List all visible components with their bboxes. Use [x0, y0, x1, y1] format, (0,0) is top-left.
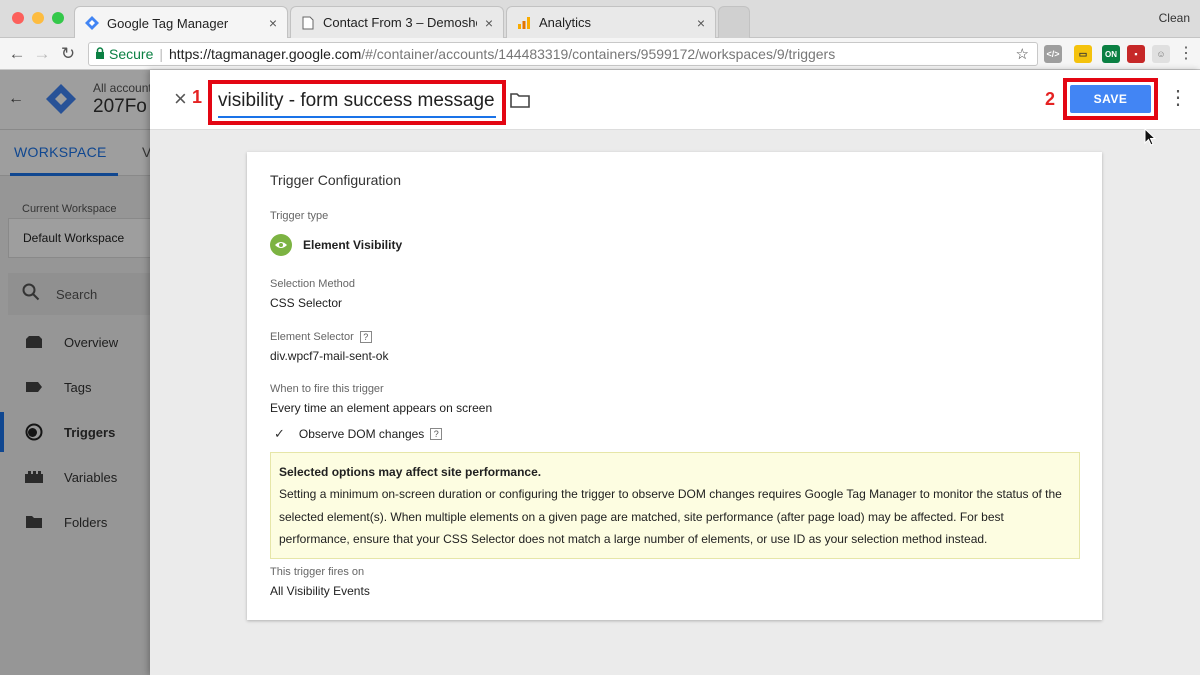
more-options-icon[interactable]: ⋮: [1168, 88, 1188, 108]
folder-icon[interactable]: [510, 92, 530, 113]
trigger-type-value[interactable]: Element Visibility: [270, 234, 402, 256]
close-panel-icon[interactable]: ×: [174, 87, 187, 111]
save-button[interactable]: SAVE: [1070, 85, 1151, 113]
new-tab-button[interactable]: [718, 6, 750, 38]
browser-tab-bar: Google Tag Manager × Contact From 3 – De…: [0, 0, 1200, 39]
page-favicon-icon: [301, 16, 315, 30]
element-selector-value: div.wpcf7-mail-sent-ok: [270, 349, 389, 363]
modal-backdrop[interactable]: [0, 70, 150, 675]
back-arrow-icon[interactable]: ←: [7, 44, 27, 64]
url-host: https://tagmanager.google.com: [169, 46, 362, 62]
close-window-button[interactable]: [12, 12, 24, 24]
performance-warning: Selected options may affect site perform…: [270, 452, 1080, 559]
annotation-highlight-save: SAVE: [1063, 78, 1158, 120]
mouse-cursor-icon: [1144, 127, 1157, 151]
fires-on-value: All Visibility Events: [270, 584, 370, 598]
tab-close-icon[interactable]: ×: [697, 15, 705, 31]
tab-close-icon[interactable]: ×: [269, 15, 277, 31]
url-bar[interactable]: Secure | https://tagmanager.google.com /…: [88, 42, 1038, 66]
extension-flag-icon[interactable]: ▪: [1127, 45, 1145, 63]
browser-tab-analytics[interactable]: Analytics ×: [506, 6, 716, 38]
forward-arrow-icon[interactable]: →: [32, 44, 52, 64]
profile-label[interactable]: Clean: [1159, 11, 1190, 25]
input-focus-underline: [218, 116, 496, 118]
tab-label: Contact From 3 – Demoshop: [323, 15, 477, 30]
help-icon[interactable]: ?: [430, 428, 443, 440]
annotation-number-2: 2: [1045, 89, 1056, 109]
element-selector-label-text: Element Selector: [270, 331, 354, 343]
warning-title: Selected options may affect site perform…: [279, 465, 542, 479]
extension-ghost-icon[interactable]: ☺: [1152, 45, 1170, 63]
url-path: /#/container/accounts/144483319/containe…: [361, 46, 836, 62]
eye-icon: [270, 234, 292, 256]
secure-label: Secure: [109, 46, 154, 62]
browser-menu-icon[interactable]: ⋮: [1176, 44, 1196, 64]
selection-method-label: Selection Method: [270, 278, 355, 290]
tab-label: Analytics: [539, 15, 592, 30]
reload-icon[interactable]: ↻: [58, 44, 78, 64]
element-selector-label: Element Selector?: [270, 331, 372, 344]
tab-close-icon[interactable]: ×: [485, 15, 493, 31]
minimize-window-button[interactable]: [32, 12, 44, 24]
bookmark-star-icon[interactable]: ☆: [1016, 45, 1029, 63]
tab-label: Google Tag Manager: [107, 15, 229, 31]
annotation-highlight-name: visibility - form success message: [208, 80, 506, 125]
extension-tag-icon[interactable]: ▭: [1074, 45, 1092, 63]
trigger-type-label: Trigger type: [270, 210, 329, 222]
observe-dom-checkbox[interactable]: ✓ Observe DOM changes ?: [274, 426, 443, 442]
card-title: Trigger Configuration: [270, 172, 401, 188]
extension-on-icon[interactable]: ON: [1102, 45, 1120, 63]
help-icon[interactable]: ?: [359, 331, 372, 344]
gtm-favicon-icon: [85, 16, 99, 30]
trigger-name-input[interactable]: visibility - form success message: [218, 90, 495, 112]
extension-code-icon[interactable]: </>: [1044, 45, 1062, 63]
trigger-configuration-card[interactable]: Trigger Configuration Trigger type Eleme…: [247, 152, 1102, 620]
when-to-fire-value: Every time an element appears on screen: [270, 401, 493, 415]
selection-method-value: CSS Selector: [270, 296, 343, 310]
annotation-number-1: 1: [192, 87, 203, 107]
panel-header: × 1 visibility - form success message 2 …: [150, 70, 1200, 130]
browser-tab-gtm[interactable]: Google Tag Manager ×: [74, 6, 288, 39]
fires-on-label: This trigger fires on: [270, 566, 365, 578]
trigger-editor-panel: × 1 visibility - form success message 2 …: [150, 70, 1200, 675]
url-separator: |: [159, 46, 163, 62]
maximize-window-button[interactable]: [52, 12, 64, 24]
trigger-type-name: Element Visibility: [303, 238, 403, 252]
observe-dom-label: Observe DOM changes: [298, 427, 425, 441]
analytics-favicon-icon: [517, 16, 531, 30]
browser-tab-demoshop[interactable]: Contact From 3 – Demoshop ×: [290, 6, 504, 38]
checkmark-icon: ✓: [274, 426, 285, 441]
browser-toolbar: ← → ↻ Secure | https://tagmanager.google…: [0, 38, 1200, 70]
warning-body: Setting a minimum on-screen duration or …: [279, 487, 1062, 546]
lock-icon: [95, 46, 105, 62]
when-to-fire-label: When to fire this trigger: [270, 383, 384, 395]
